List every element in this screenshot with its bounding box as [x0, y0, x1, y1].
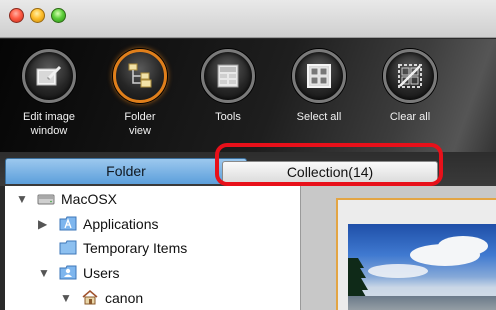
minimize-button[interactable] [30, 8, 45, 23]
thumbnail-image[interactable] [348, 224, 496, 310]
tree-item-macosx[interactable]: ▼ MacOSX [5, 188, 301, 210]
tree-item-label: Applications [83, 216, 159, 232]
users-folder-icon [59, 265, 77, 280]
title-bar [0, 0, 496, 38]
folder-view-label: Folder view [124, 111, 156, 137]
disclosure-expanded-icon[interactable]: ▼ [60, 287, 72, 309]
tree-item-label: Temporary Items [83, 240, 188, 256]
folder-view-icon [113, 49, 167, 103]
tree-item-temporary-items[interactable]: Temporary Items [5, 237, 301, 259]
tools-icon [201, 49, 255, 103]
folder-icon [59, 240, 77, 255]
edit-image-window-label: Edit image window [23, 111, 75, 137]
tree-item-label: MacOSX [61, 191, 118, 207]
select-all-button[interactable]: Select all [276, 49, 362, 124]
select-all-label: Select all [296, 111, 342, 123]
hard-drive-icon [37, 194, 55, 205]
zoom-button[interactable] [51, 8, 66, 23]
tools-label: Tools [215, 111, 241, 123]
toolbar: Edit image window Folder view Tools Sele… [0, 39, 496, 152]
collection-preview-pane [301, 186, 496, 310]
clear-all-button[interactable]: Clear all [367, 49, 453, 124]
applications-folder-icon [59, 216, 77, 231]
tree-item-users[interactable]: ▼ Users [5, 262, 301, 284]
clear-all-icon [383, 49, 437, 103]
tree-item-canon[interactable]: ▼ canon [5, 287, 301, 309]
home-folder-icon [82, 290, 98, 305]
tools-button[interactable]: Tools [185, 49, 271, 124]
clear-all-label: Clear all [389, 111, 431, 123]
thumbnail-frame[interactable] [336, 198, 496, 310]
disclosure-expanded-icon[interactable]: ▼ [38, 262, 50, 284]
close-button[interactable] [9, 8, 24, 23]
folder-view-button[interactable]: Folder view [97, 49, 183, 138]
edit-image-window-icon [22, 49, 76, 103]
app-window: Edit image window Folder view Tools Sele… [0, 0, 496, 310]
tree-item-label: Users [83, 265, 120, 281]
disclosure-collapsed-icon[interactable]: ▶ [38, 213, 47, 235]
collection-tab-highlight [215, 143, 443, 186]
folder-tree: ▼ MacOSX ▶ Applications Temporary Items [5, 186, 301, 310]
tree-item-applications[interactable]: ▶ Applications [5, 213, 301, 235]
tree-item-label: canon [105, 290, 144, 306]
edit-image-window-button[interactable]: Edit image window [6, 49, 92, 138]
disclosure-expanded-icon[interactable]: ▼ [16, 188, 28, 210]
select-all-icon [292, 49, 346, 103]
tab-folder[interactable]: Folder [5, 158, 247, 184]
